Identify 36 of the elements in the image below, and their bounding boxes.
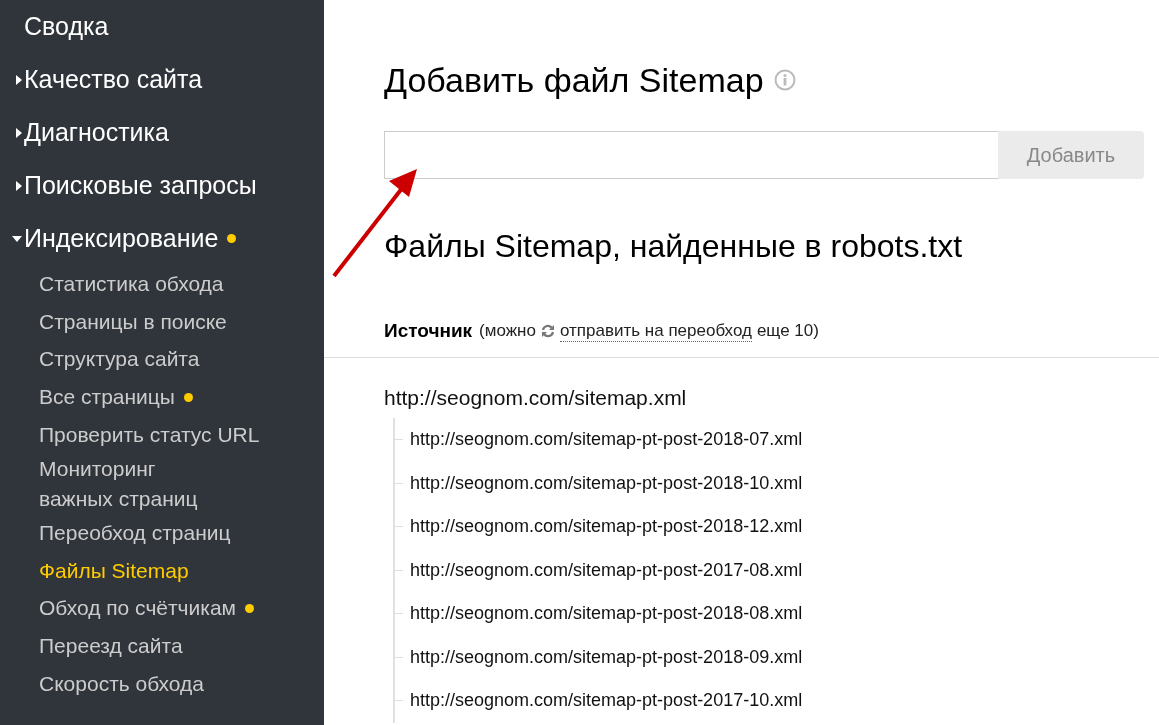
section-title: Файлы Sitemap, найденные в robots.txt xyxy=(384,227,964,266)
sidebar-item[interactable]: Сводка xyxy=(24,12,109,41)
sidebar-item[interactable]: Диагностика xyxy=(24,118,169,147)
sidebar-subitem[interactable]: Статистика обхода xyxy=(39,269,224,300)
page-title: Добавить файл Sitemap xyxy=(384,60,764,100)
sitemap-url: http://seognom.com/sitemap.xml xyxy=(384,386,688,410)
url-input-field[interactable] xyxy=(384,131,998,179)
caret-right-icon[interactable] xyxy=(16,180,22,191)
refresh-icon[interactable] xyxy=(540,324,555,338)
sitemap-url: http://seognom.com/sitemap-pt-post-2018-12.xml xyxy=(410,516,803,538)
sidebar-subitem[interactable]: Переезд сайта xyxy=(39,631,183,662)
caret-right-icon[interactable] xyxy=(16,74,22,85)
recrawl-link[interactable]: отправить на переобход xyxy=(559,320,752,342)
sidebar-subitem[interactable]: Обход по счётчикам xyxy=(39,593,237,624)
source-note: (можно xyxy=(479,321,536,341)
sitemap-url: http://seognom.com/sitemap-pt-post-2017-08.xml xyxy=(410,559,803,581)
sitemap-url: http://seognom.com/sitemap-pt-post-2018-10.xml xyxy=(410,472,803,494)
sitemap-url: http://seognom.com/sitemap-pt-post-2018-09.xml xyxy=(410,646,803,668)
sidebar-subitem[interactable]: Все страницы xyxy=(39,382,175,413)
sidebar-item[interactable]: Поисковые запросы xyxy=(24,171,257,200)
sidebar-subitem[interactable]: Структура сайта xyxy=(39,344,200,375)
sidebar-subitem[interactable]: Скорость обхода xyxy=(39,668,204,699)
sidebar-subitem[interactable]: Проверить статус URL xyxy=(39,419,260,450)
source-label: Источник xyxy=(384,320,473,342)
sitemap-url: http://seognom.com/sitemap-pt-post-2018-08.xml xyxy=(410,603,803,625)
caret-right-icon[interactable] xyxy=(16,127,22,138)
sidebar-subitem[interactable]: Файлы Sitemap xyxy=(39,555,189,586)
sidebar-subitem[interactable]: Мониторинг важных страниц xyxy=(39,453,198,514)
sidebar-subitem[interactable]: Страницы в поиске xyxy=(39,306,227,337)
sidebar-item[interactable]: Качество сайта xyxy=(24,65,203,94)
source-note: еще 10) xyxy=(756,321,819,341)
sitemap-url: http://seognom.com/sitemap-pt-post-2017-10.xml xyxy=(410,690,803,712)
sidebar-item[interactable]: Индексирование xyxy=(24,224,219,253)
sidebar-subitem[interactable]: Переобход страниц xyxy=(39,518,231,549)
caret-down-icon[interactable] xyxy=(12,235,22,242)
sitemap-url: http://seognom.com/sitemap-pt-post-2018-07.xml xyxy=(410,429,803,451)
